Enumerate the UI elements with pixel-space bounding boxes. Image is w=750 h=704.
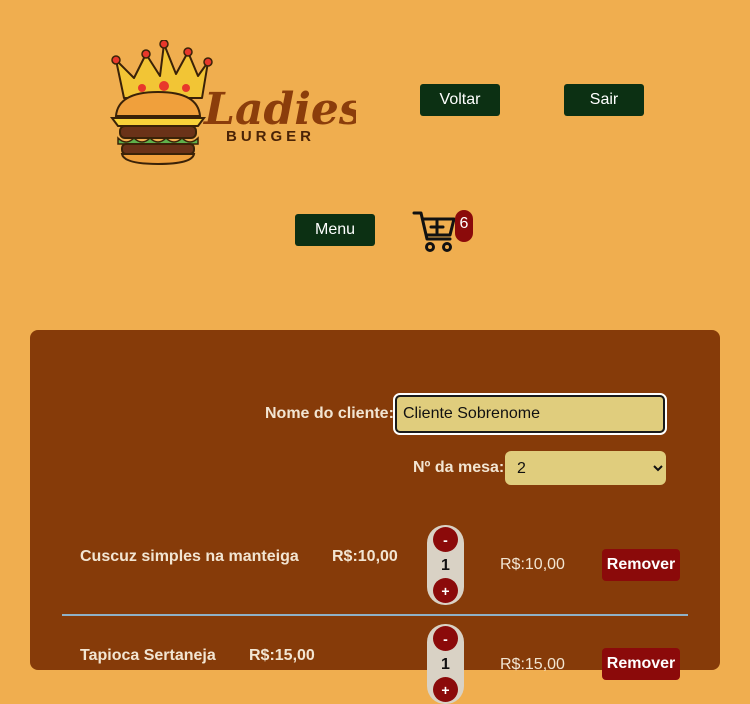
quantity-stepper: - 1 +: [427, 525, 464, 605]
crown-icon: [111, 40, 213, 99]
client-name-input[interactable]: [393, 393, 667, 435]
client-name-label: Nome do cliente:: [265, 405, 394, 422]
item-total: R$:15,00: [500, 656, 565, 673]
cart-count-badge: 6: [455, 210, 473, 242]
quantity-value: 1: [441, 557, 450, 574]
menu-button[interactable]: Menu: [295, 214, 375, 246]
decrease-button[interactable]: -: [433, 527, 458, 552]
table-number-select[interactable]: 2: [505, 451, 666, 485]
order-panel: [30, 330, 720, 670]
remove-button[interactable]: Remover: [602, 549, 680, 581]
increase-button[interactable]: +: [433, 677, 458, 702]
decrease-button[interactable]: -: [433, 626, 458, 651]
item-divider: [62, 614, 688, 616]
remove-button[interactable]: Remover: [602, 648, 680, 680]
brand-sub: BURGER: [226, 128, 315, 145]
back-button[interactable]: Voltar: [420, 84, 500, 116]
item-total: R$:10,00: [500, 556, 565, 573]
ladies-burger-logo: Ladies BURGER: [110, 40, 356, 165]
increase-button[interactable]: +: [433, 578, 458, 603]
burger-icon: [110, 90, 206, 165]
item-price: R$:10,00: [332, 548, 398, 565]
item-price: R$:15,00: [249, 647, 315, 664]
table-number-label: Nº da mesa:: [413, 459, 505, 476]
cart-icon[interactable]: [412, 207, 456, 253]
item-name: Tapioca Sertaneja: [80, 647, 216, 664]
quantity-value: 1: [441, 656, 450, 673]
exit-button[interactable]: Sair: [564, 84, 644, 116]
item-name: Cuscuz simples na manteiga: [80, 548, 299, 565]
quantity-stepper: - 1 +: [427, 624, 464, 704]
